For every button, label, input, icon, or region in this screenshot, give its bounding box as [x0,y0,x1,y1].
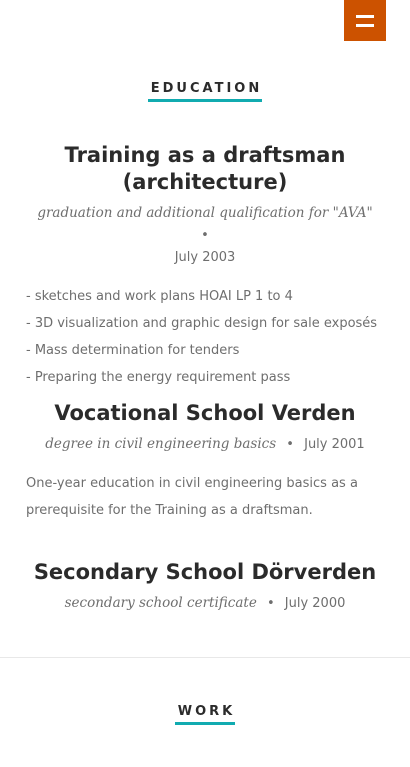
education-item-title: Training as a draftsman (architecture) [64,143,346,194]
bullet-separator: • [266,596,275,611]
description-line: - sketches and work plans HOAI LP 1 to 4 [26,289,293,304]
education-item-description: - sketches and work plans HOAI LP 1 to 4… [26,283,384,391]
education-item-qualification: secondary school certificate [64,595,257,611]
education-item-date: July 2001 [304,437,365,452]
education-item-title: Vocational School Verden [54,401,356,425]
education-heading-label: EDUCATION [147,81,263,102]
education-item: Secondary School Dörverden secondary sch… [26,559,384,615]
description-line: - 3D visualization and graphic design fo… [26,316,378,331]
bullet-separator: • [286,437,294,452]
education-item-qualification: degree in civil engineering basics [45,436,277,452]
description-line: - Mass determination for tenders [26,343,240,358]
education-item-date: July 2003 [174,250,236,265]
education-item-description: One-year education in civil engineering … [26,476,358,518]
education-item: Vocational School Verden degree in civil… [26,400,384,524]
education-section-heading: EDUCATION [0,81,410,102]
education-item-qualification: graduation and additional qualification … [37,205,373,221]
education-item-info: secondary school certificate • July 2000 [26,592,384,615]
menu-icon [356,14,374,18]
work-heading-label: WORK [174,704,236,725]
education-item: Training as a draftsman (architecture) g… [26,142,384,391]
education-item-title: Secondary School Dörverden [33,560,377,584]
menu-button[interactable] [344,0,386,41]
menu-icon-bar [356,23,374,27]
education-item-date: July 2000 [284,596,346,611]
section-divider [0,657,410,658]
education-item-info: degree in civil engineering basics • Jul… [26,433,384,456]
education-item-info: graduation and additional qualification … [26,202,384,269]
description-line: - Preparing the energy requirement pass [26,370,291,385]
bullet-separator: • [201,228,209,243]
work-section-heading: WORK [0,704,410,725]
